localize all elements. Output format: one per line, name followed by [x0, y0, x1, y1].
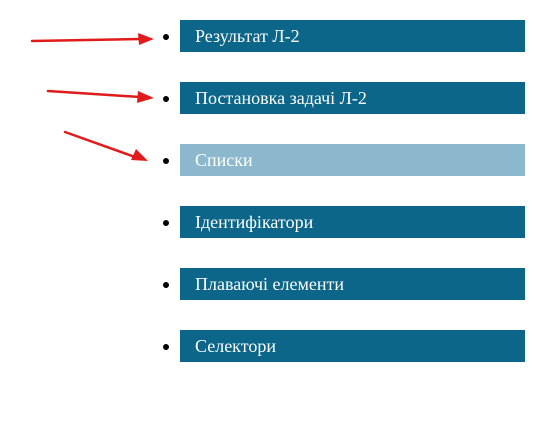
- arrow-icon: [46, 89, 154, 103]
- arrow-icon: [63, 130, 148, 161]
- annotation-arrows: [30, 33, 154, 161]
- arrow-icon: [30, 33, 154, 45]
